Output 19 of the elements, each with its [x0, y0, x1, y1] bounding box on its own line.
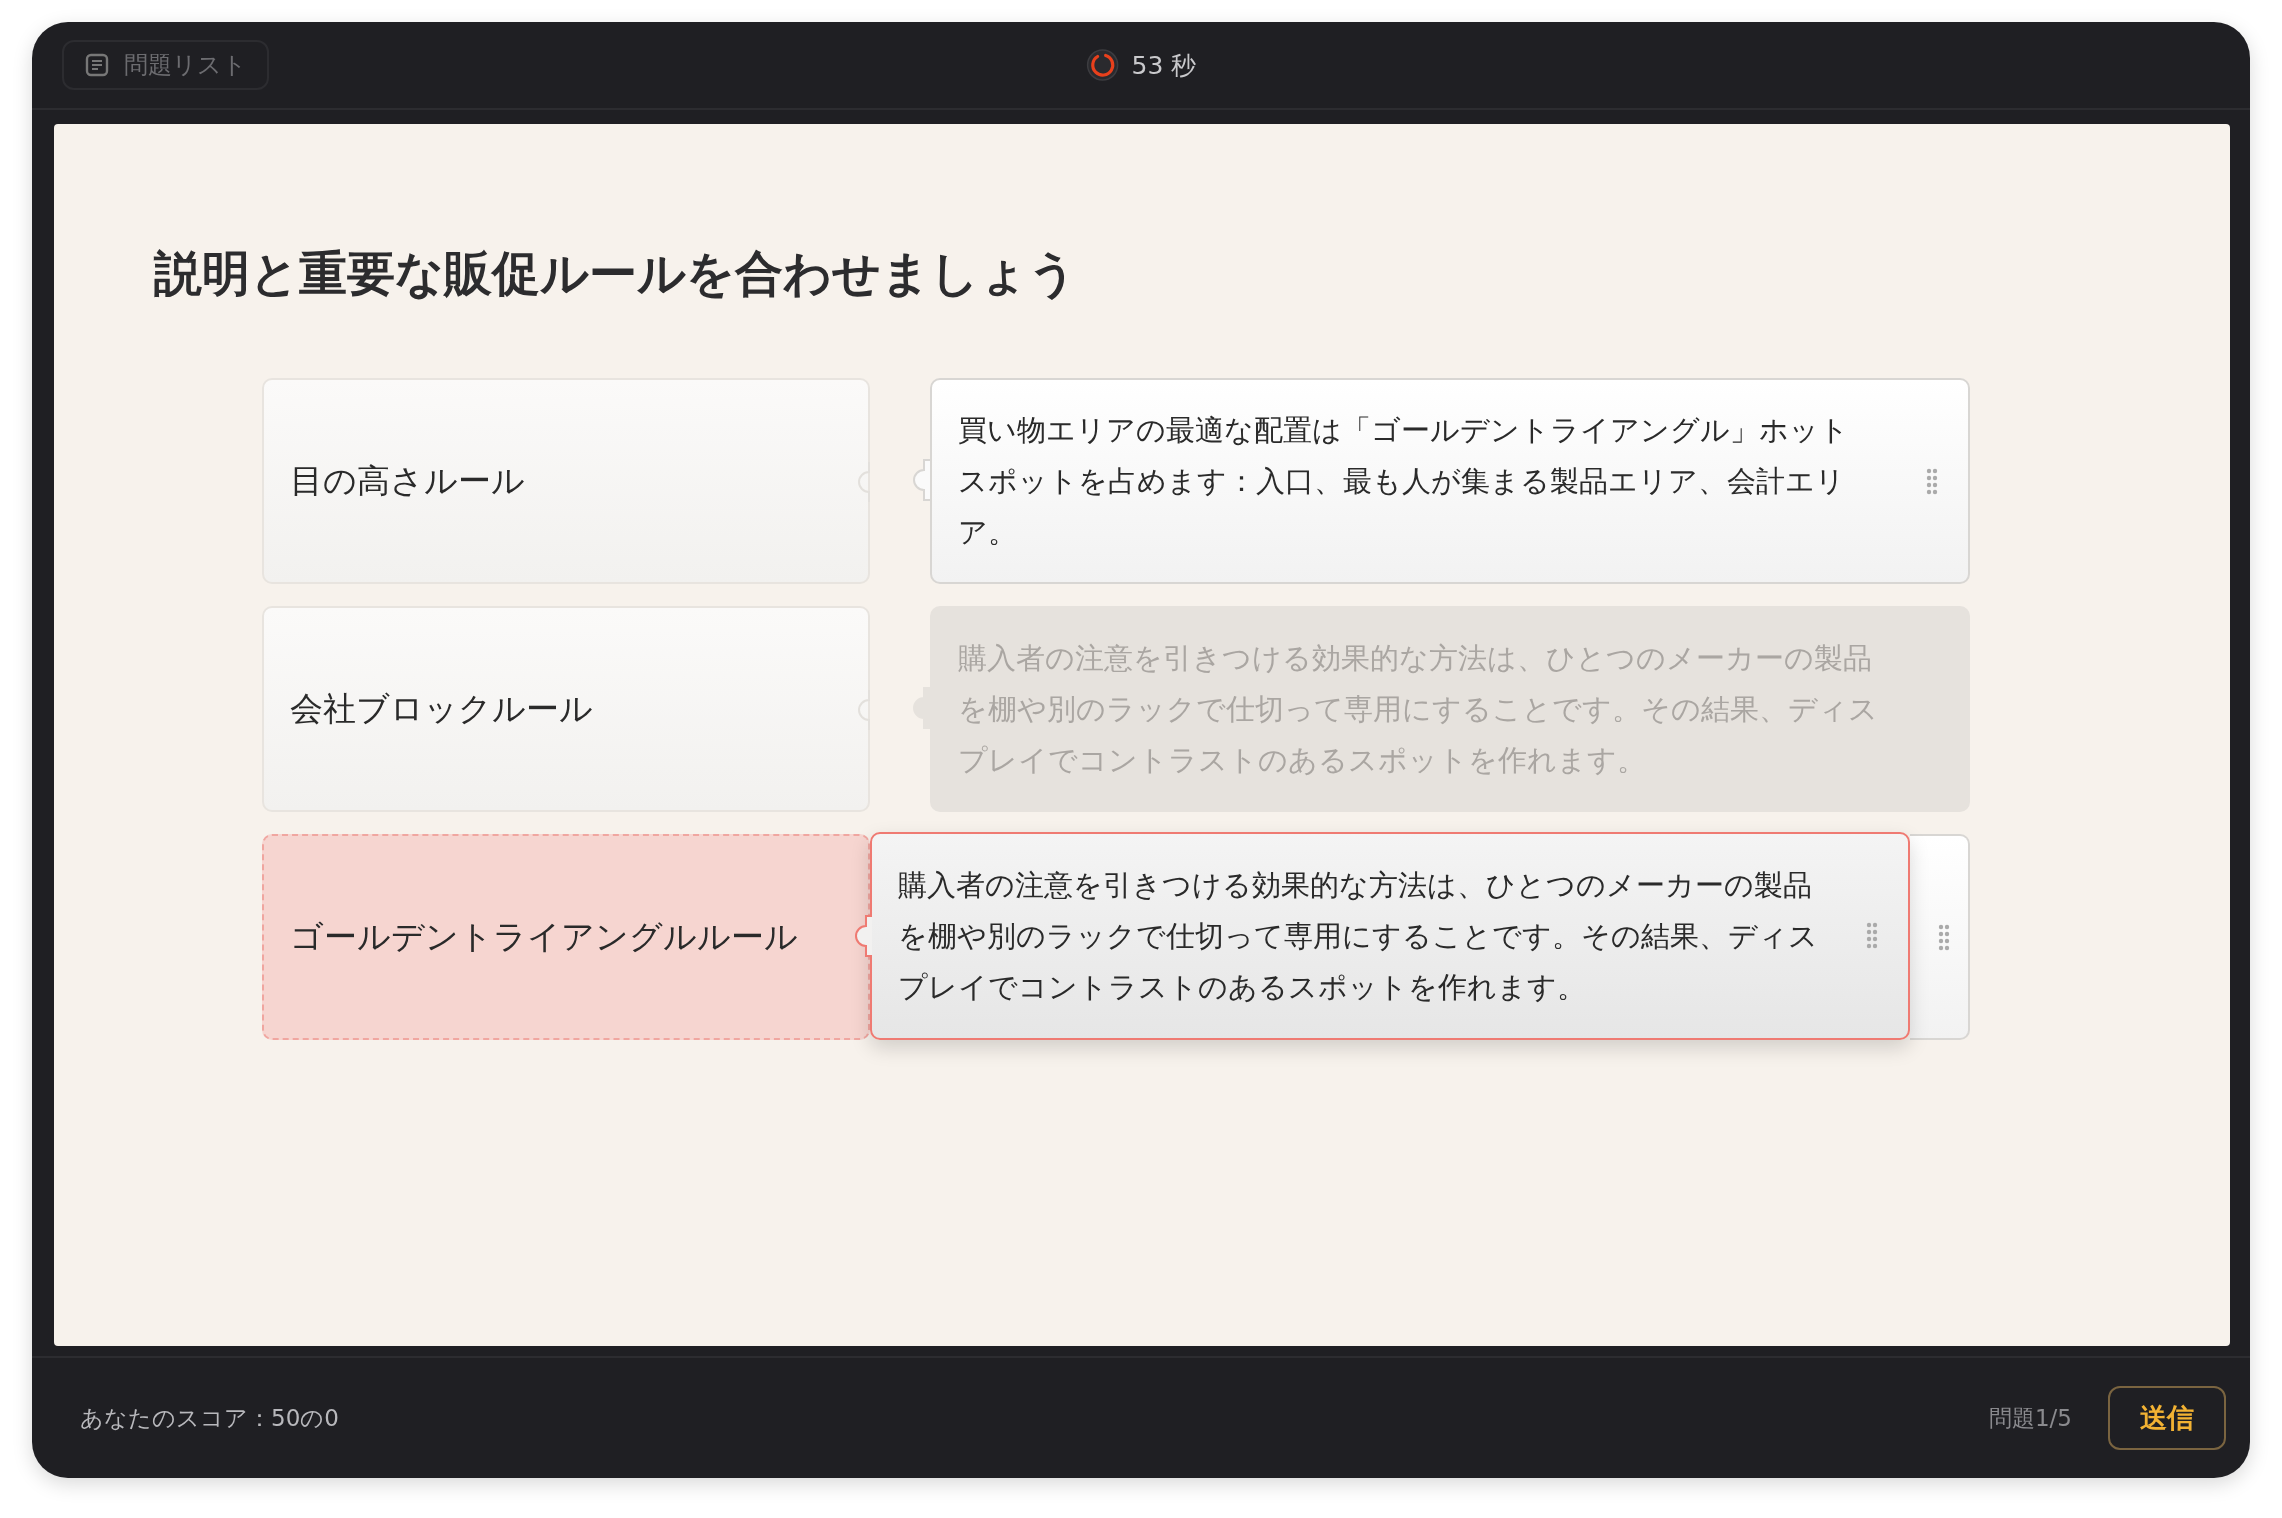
timer-ring-icon: [1085, 48, 1120, 82]
timer-text: 53 秒: [1131, 49, 1197, 82]
submit-button[interactable]: 送信: [2108, 1386, 2226, 1450]
answer-text: 買い物エリアの最適な配置は「ゴールデントライアングル」ホットスポットを占めます：入口、最も人が集まる製品エリア、会計エリア。: [958, 411, 1850, 551]
score-text: あなたのスコア：50の0: [80, 1403, 339, 1433]
answer-text: 購入者の注意を引きつける効果的な方法は、ひとつのメーカーの製品を棚や別のラックで仕切って専用にすることです。その結果、ディスプレイでコントラストのあるスポットを作れます。: [898, 866, 1818, 1006]
term-text: 会社ブロックルール: [290, 687, 593, 730]
drag-handle-icon[interactable]: [1866, 922, 1878, 950]
list-icon: [84, 52, 110, 78]
question-title: 説明と重要な販促ルールを合わせましょう: [154, 244, 1078, 303]
answer-card[interactable]: 買い物エリアの最適な配置は「ゴールデントライアングル」ホットスポットを占めます：入口、最も人が集まる製品エリア、会計エリア。: [930, 378, 1970, 584]
dragged-answer-card[interactable]: 購入者の注意を引きつける効果的な方法は、ひとつのメーカーの製品を棚や別のラックで仕切って専用にすることです。その結果、ディスプレイでコントラストのあるスポットを作れます。: [870, 832, 1910, 1040]
answer-text: 購入者の注意を引きつける効果的な方法は、ひとつのメーカーの製品を棚や別のラックで仕切って専用にすることです。その結果、ディスプレイでコントラストのあるスポットを作れます。: [958, 639, 1878, 779]
drag-handle-icon[interactable]: [1938, 924, 1950, 952]
term-text: ゴールデントライアングルルール: [290, 915, 798, 958]
question-number-text: 問題1/5: [1989, 1403, 2072, 1433]
drag-handle-icon[interactable]: [1926, 468, 1938, 496]
term-text: 目の高さルール: [290, 459, 525, 502]
empty-answer-slot[interactable]: [1910, 834, 1970, 1040]
